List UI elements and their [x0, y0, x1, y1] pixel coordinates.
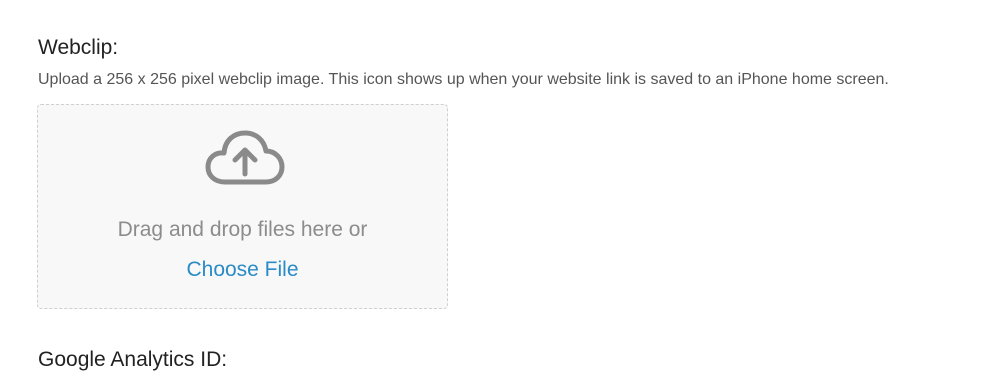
dropzone-instruction: Drag and drop files here or: [117, 218, 368, 241]
google-analytics-section-title: Google Analytics ID:: [38, 348, 228, 371]
choose-file-link-row: Choose File: [38, 258, 447, 282]
webclip-description: Upload a 256 x 256 pixel webclip image. …: [38, 71, 889, 88]
choose-file-link[interactable]: Choose File: [186, 258, 298, 281]
webclip-section-title: Webclip:: [38, 36, 119, 59]
webclip-dropzone[interactable]: Drag and drop files here or Choose File: [37, 104, 448, 309]
cloud-upload-icon: [205, 130, 285, 185]
